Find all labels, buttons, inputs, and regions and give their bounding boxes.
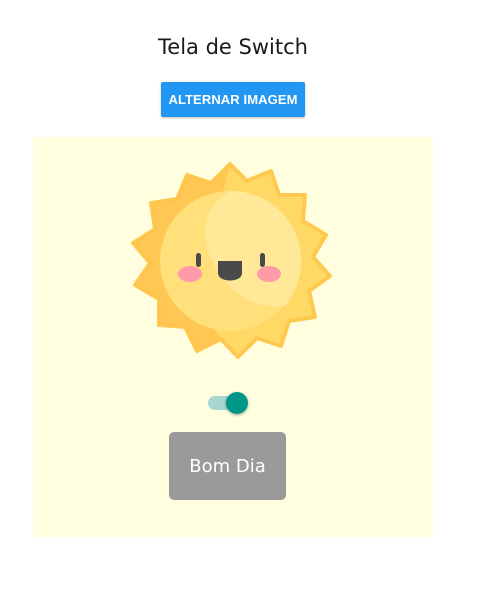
- app-screen: Tela de Switch ALTERNAR IMAGEM Bom Dia: [0, 0, 491, 603]
- image-switch[interactable]: [206, 392, 250, 414]
- smiling-sun-image: [131, 162, 332, 359]
- greeting-button[interactable]: Bom Dia: [169, 432, 286, 500]
- page-title: Tela de Switch: [158, 35, 308, 59]
- image-panel: Bom Dia: [33, 137, 433, 537]
- switch-thumb[interactable]: [226, 392, 248, 414]
- toggle-image-button[interactable]: ALTERNAR IMAGEM: [161, 82, 305, 117]
